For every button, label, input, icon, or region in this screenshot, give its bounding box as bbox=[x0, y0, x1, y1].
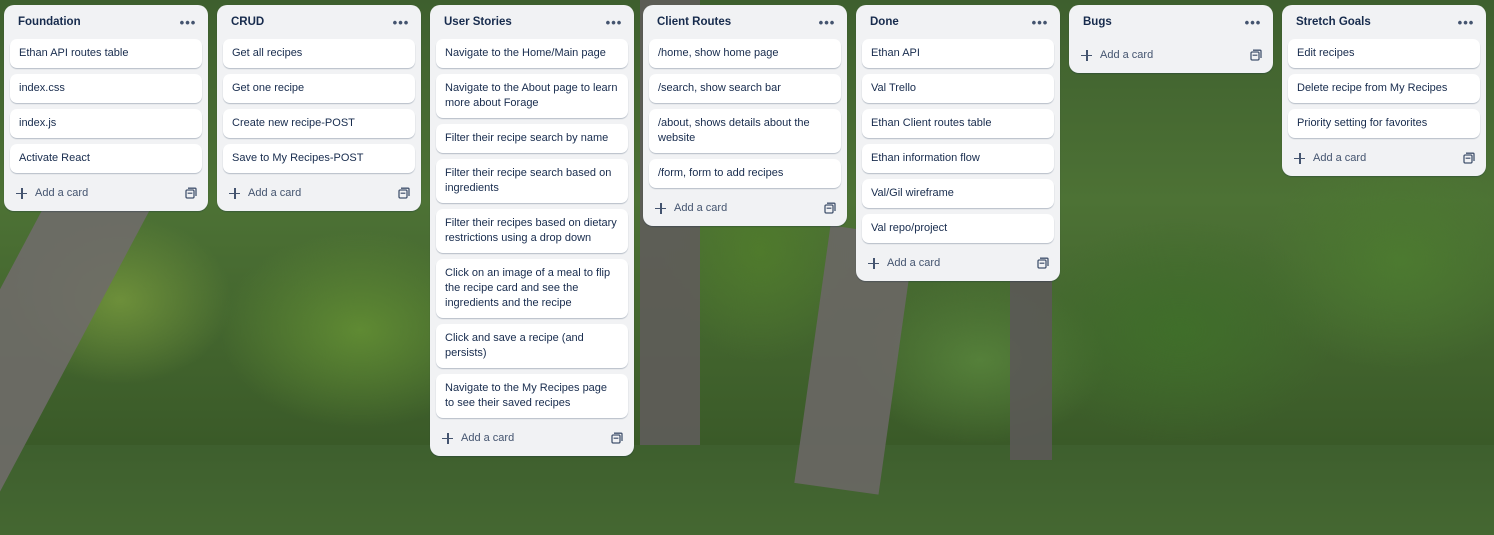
list-user-stories: User Stories ••• Navigate to the Home/Main… bbox=[430, 5, 634, 456]
card[interactable]: Filter their recipes based on dietary re… bbox=[436, 209, 628, 253]
card[interactable]: Val Trello bbox=[862, 74, 1054, 103]
plus-icon bbox=[868, 257, 879, 269]
list-done: Done ••• Ethan API Val Trello Ethan Client r… bbox=[856, 5, 1060, 281]
list-title[interactable]: Client Routes bbox=[657, 16, 731, 28]
add-card-button[interactable]: Add a card bbox=[655, 202, 727, 214]
card[interactable]: Val/Gil wireframe bbox=[862, 179, 1054, 208]
list-title[interactable]: Bugs bbox=[1083, 16, 1112, 28]
add-card-label: Add a card bbox=[674, 202, 728, 214]
add-card-label: Add a card bbox=[887, 257, 941, 269]
list-header: CRUD ••• bbox=[217, 5, 421, 39]
add-card-row: Add a card bbox=[856, 249, 1060, 277]
card-template-icon[interactable] bbox=[1034, 254, 1052, 272]
add-card-row: Add a card bbox=[430, 424, 634, 452]
card[interactable]: Ethan Client routes table bbox=[862, 109, 1054, 138]
card[interactable]: Navigate to the About page to learn more… bbox=[436, 74, 628, 118]
card[interactable]: index.css bbox=[10, 74, 202, 103]
list-header: User Stories ••• bbox=[430, 5, 634, 39]
plus-icon bbox=[16, 187, 27, 199]
list-header: Foundation ••• bbox=[4, 5, 208, 39]
plus-icon bbox=[1294, 152, 1305, 164]
card-template-icon[interactable] bbox=[1247, 46, 1265, 64]
more-horizontal-icon[interactable]: ••• bbox=[391, 12, 411, 32]
add-card-button[interactable]: Add a card bbox=[1081, 49, 1153, 61]
card-list: Get all recipes Get one recipe Create new … bbox=[217, 39, 421, 173]
add-card-label: Add a card bbox=[461, 432, 515, 444]
list-title[interactable]: User Stories bbox=[444, 16, 512, 28]
add-card-row: Add a card bbox=[1282, 144, 1486, 172]
more-horizontal-icon[interactable]: ••• bbox=[1243, 12, 1263, 32]
card[interactable]: Filter their recipe search by name bbox=[436, 124, 628, 153]
card[interactable]: Navigate to the My Recipes page to see t… bbox=[436, 374, 628, 418]
more-horizontal-icon[interactable]: ••• bbox=[178, 12, 198, 32]
list-foundation: Foundation ••• Ethan API routes table index… bbox=[4, 5, 208, 211]
card[interactable]: Edit recipes bbox=[1288, 39, 1480, 68]
add-card-row: Add a card bbox=[643, 194, 847, 222]
add-card-label: Add a card bbox=[248, 187, 302, 199]
list-header: Stretch Goals ••• bbox=[1282, 5, 1486, 39]
add-card-label: Add a card bbox=[1100, 49, 1154, 61]
list-stretch-goals: Stretch Goals ••• Edit recipes Delete recip… bbox=[1282, 5, 1486, 176]
card-list: Navigate to the Home/Main page Navigate t… bbox=[430, 39, 634, 418]
list-bugs: Bugs ••• Add a card bbox=[1069, 5, 1273, 73]
card-list: Edit recipes Delete recipe from My Recipe… bbox=[1282, 39, 1486, 138]
plus-icon bbox=[1081, 49, 1092, 61]
card[interactable]: Activate React bbox=[10, 144, 202, 173]
list-header: Bugs ••• bbox=[1069, 5, 1273, 39]
card[interactable]: Navigate to the Home/Main page bbox=[436, 39, 628, 68]
card[interactable]: /form, form to add recipes bbox=[649, 159, 841, 188]
plus-icon bbox=[442, 432, 453, 444]
card-list: Ethan API routes table index.css index.js A… bbox=[4, 39, 208, 173]
add-card-row: Add a card bbox=[1069, 41, 1273, 69]
card-template-icon[interactable] bbox=[608, 429, 626, 447]
list-header: Done ••• bbox=[856, 5, 1060, 39]
add-card-row: Add a card bbox=[217, 179, 421, 207]
card[interactable]: Ethan information flow bbox=[862, 144, 1054, 173]
card[interactable]: /home, show home page bbox=[649, 39, 841, 68]
card-template-icon[interactable] bbox=[395, 184, 413, 202]
card[interactable]: Save to My Recipes-POST bbox=[223, 144, 415, 173]
list-header: Client Routes ••• bbox=[643, 5, 847, 39]
list-title[interactable]: Foundation bbox=[18, 16, 81, 28]
card[interactable]: Get all recipes bbox=[223, 39, 415, 68]
card[interactable]: Ethan API routes table bbox=[10, 39, 202, 68]
add-card-row: Add a card bbox=[4, 179, 208, 207]
card-list: Ethan API Val Trello Ethan Client routes t… bbox=[856, 39, 1060, 243]
card[interactable]: /search, show search bar bbox=[649, 74, 841, 103]
plus-icon bbox=[229, 187, 240, 199]
card-list: /home, show home page/search, show searc… bbox=[643, 39, 847, 188]
card[interactable]: index.js bbox=[10, 109, 202, 138]
card[interactable]: Click and save a recipe (and persists) bbox=[436, 324, 628, 368]
add-card-button[interactable]: Add a card bbox=[868, 257, 940, 269]
list-client-routes: Client Routes ••• /home, show home page/se… bbox=[643, 5, 847, 226]
more-horizontal-icon[interactable]: ••• bbox=[604, 12, 624, 32]
more-horizontal-icon[interactable]: ••• bbox=[817, 12, 837, 32]
add-card-button[interactable]: Add a card bbox=[442, 432, 514, 444]
card[interactable]: /about, shows details about the website bbox=[649, 109, 841, 153]
card[interactable]: Val repo/project bbox=[862, 214, 1054, 243]
card[interactable]: Priority setting for favorites bbox=[1288, 109, 1480, 138]
more-horizontal-icon[interactable]: ••• bbox=[1456, 12, 1476, 32]
card[interactable]: Create new recipe-POST bbox=[223, 109, 415, 138]
add-card-label: Add a card bbox=[35, 187, 89, 199]
list-crud: CRUD ••• Get all recipes Get one recipe Crea… bbox=[217, 5, 421, 211]
kanban-board: Foundation ••• Ethan API routes table index… bbox=[0, 0, 1494, 456]
add-card-label: Add a card bbox=[1313, 152, 1367, 164]
list-title[interactable]: Done bbox=[870, 16, 899, 28]
add-card-button[interactable]: Add a card bbox=[1294, 152, 1366, 164]
card[interactable]: Delete recipe from My Recipes bbox=[1288, 74, 1480, 103]
add-card-button[interactable]: Add a card bbox=[16, 187, 88, 199]
card[interactable]: Click on an image of a meal to flip the … bbox=[436, 259, 628, 318]
plus-icon bbox=[655, 202, 666, 214]
more-horizontal-icon[interactable]: ••• bbox=[1030, 12, 1050, 32]
card-template-icon[interactable] bbox=[1460, 149, 1478, 167]
list-title[interactable]: CRUD bbox=[231, 16, 264, 28]
card-template-icon[interactable] bbox=[821, 199, 839, 217]
card-template-icon[interactable] bbox=[182, 184, 200, 202]
list-title[interactable]: Stretch Goals bbox=[1296, 16, 1371, 28]
card[interactable]: Filter their recipe search based on ingr… bbox=[436, 159, 628, 203]
add-card-button[interactable]: Add a card bbox=[229, 187, 301, 199]
card[interactable]: Get one recipe bbox=[223, 74, 415, 103]
card[interactable]: Ethan API bbox=[862, 39, 1054, 68]
